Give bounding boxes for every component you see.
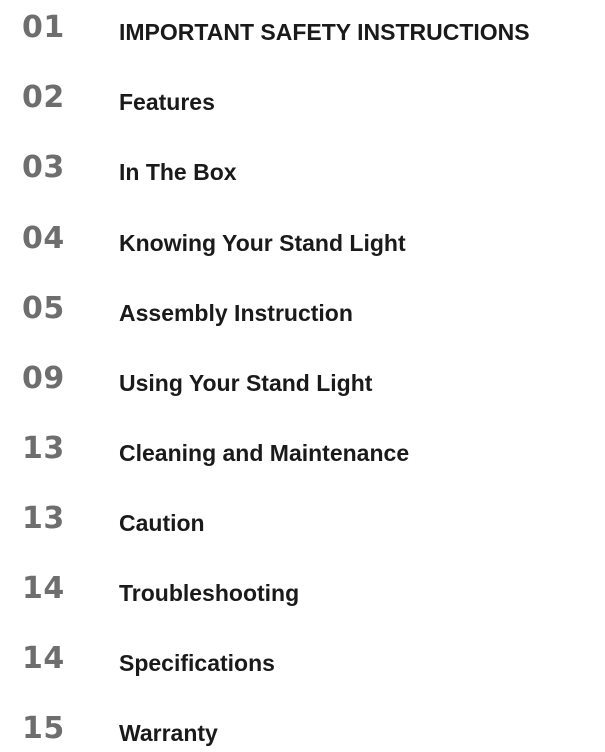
toc-entry-troubleshooting[interactable]: 14 Troubleshooting [0,571,605,611]
toc-entry-title: Using Your Stand Light [119,370,373,396]
toc-page-number: 01 [22,10,65,45]
toc-entry-warranty[interactable]: 15 Warranty [0,711,605,751]
toc-entry-title: Features [119,89,215,115]
toc-entry-using-your-stand-light[interactable]: 09 Using Your Stand Light [0,361,605,401]
toc-entry-title: Cleaning and Maintenance [119,440,410,466]
toc-entry-caution[interactable]: 13 Caution [0,501,605,541]
toc-page-number: 13 [22,501,65,536]
toc-page-number: 09 [22,361,65,396]
toc-entry-title: IMPORTANT SAFETY INSTRUCTIONS [119,19,530,45]
toc-entry-cleaning-and-maintenance[interactable]: 13 Cleaning and Maintenance [0,431,605,471]
toc-page-number: 02 [22,80,65,115]
toc-entry-specifications[interactable]: 14 Specifications [0,641,605,681]
toc-entry-title: Caution [119,510,205,536]
toc-entry-title: Warranty [119,720,218,746]
toc-entry-title: Knowing Your Stand Light [119,230,406,256]
toc-entry-title: In The Box [119,159,237,185]
toc-page-number: 14 [22,571,65,606]
toc-entry-title: Specifications [119,650,275,676]
table-of-contents: 01 IMPORTANT SAFETY INSTRUCTIONS 02 Feat… [0,0,605,752]
toc-entry-knowing-your-stand-light[interactable]: 04 Knowing Your Stand Light [0,221,605,261]
toc-entry-title: Assembly Instruction [119,300,353,326]
toc-entry-assembly-instruction[interactable]: 05 Assembly Instruction [0,291,605,331]
toc-entry-title: Troubleshooting [119,580,300,606]
toc-entry-features[interactable]: 02 Features [0,80,605,120]
toc-entry-in-the-box[interactable]: 03 In The Box [0,150,605,190]
toc-page-number: 15 [22,711,65,746]
toc-page-number: 05 [22,291,65,326]
toc-entry-safety-instructions[interactable]: 01 IMPORTANT SAFETY INSTRUCTIONS [0,10,605,50]
toc-page-number: 03 [22,150,65,185]
toc-page-number: 13 [22,431,65,466]
toc-page-number: 14 [22,641,65,676]
toc-page-number: 04 [22,221,65,256]
